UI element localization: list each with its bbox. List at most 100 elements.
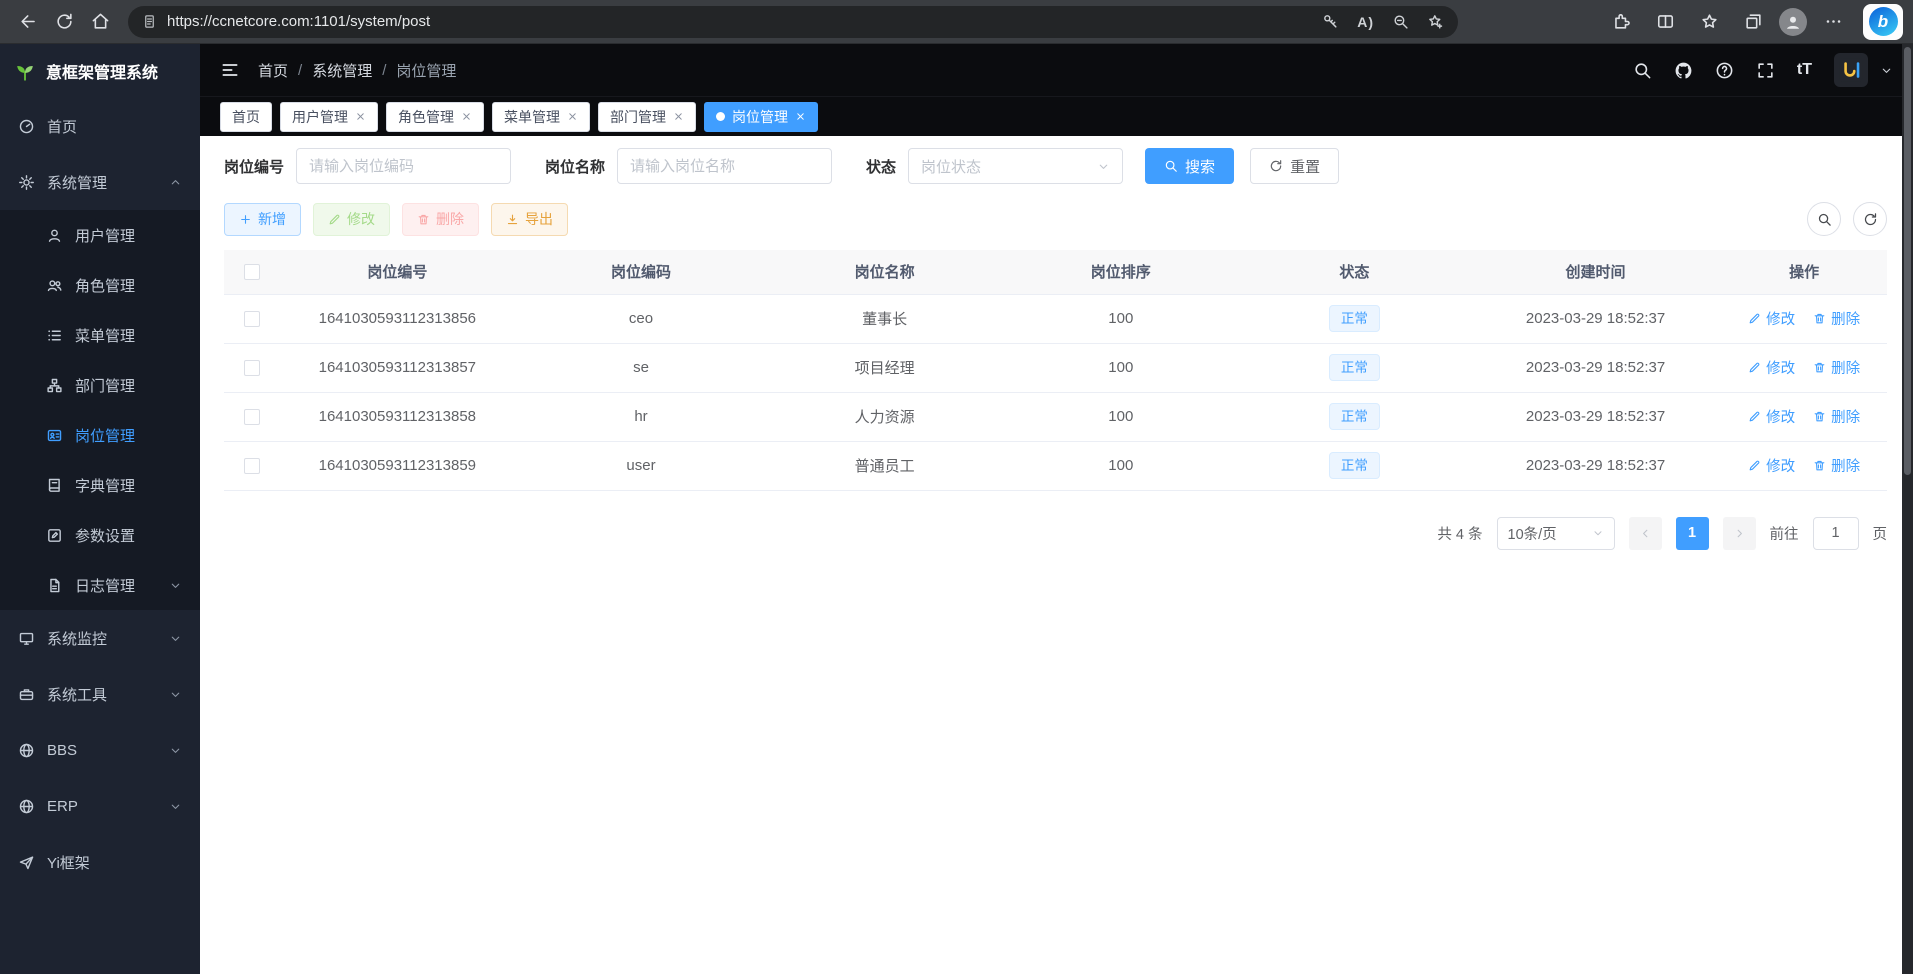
close-icon[interactable] — [461, 111, 472, 122]
next-page-button[interactable] — [1723, 517, 1756, 550]
zoom-icon[interactable] — [1392, 13, 1409, 30]
row-checkbox[interactable] — [244, 409, 260, 425]
header-search-icon[interactable] — [1633, 61, 1652, 80]
app-logo[interactable]: 意框架管理系统 — [0, 44, 200, 98]
breadcrumb-separator: / — [298, 62, 302, 79]
sidebar-item-menu[interactable]: 菜单管理 — [0, 310, 200, 360]
row-delete-link[interactable]: 删除 — [1813, 357, 1860, 378]
breadcrumb-home[interactable]: 首页 — [258, 60, 288, 81]
row-checkbox[interactable] — [244, 458, 260, 474]
column-post-id: 岗位编号 — [279, 250, 515, 294]
close-icon[interactable] — [355, 111, 366, 122]
post-code-label: 岗位编号 — [224, 156, 284, 177]
tab-label: 首页 — [232, 107, 260, 127]
sidebar-item-dept[interactable]: 部门管理 — [0, 360, 200, 410]
row-edit-link[interactable]: 修改 — [1748, 455, 1795, 476]
sidebar-item-bbs[interactable]: BBS — [0, 722, 200, 778]
prev-page-button[interactable] — [1629, 517, 1662, 550]
row-edit-link[interactable]: 修改 — [1748, 357, 1795, 378]
sidebar-item-erp[interactable]: ERP — [0, 778, 200, 834]
sidebar-item-label: 用户管理 — [75, 225, 135, 246]
password-key-icon[interactable] — [1322, 13, 1339, 30]
edit-button[interactable]: 修改 — [313, 203, 390, 236]
post-code-group: 岗位编号 — [224, 148, 511, 184]
select-all-checkbox[interactable] — [244, 264, 260, 280]
close-icon[interactable] — [567, 111, 578, 122]
tab-role[interactable]: 角色管理 — [386, 102, 484, 132]
sidebar-item-log[interactable]: 日志管理 — [0, 560, 200, 610]
row-edit-link[interactable]: 修改 — [1748, 406, 1795, 427]
page-size-select[interactable]: 10条/页 — [1497, 517, 1615, 550]
post-name-cell: 项目经理 — [767, 343, 1003, 392]
sidebar-item-system[interactable]: 系统管理 — [0, 154, 200, 210]
browser-refresh-button[interactable] — [46, 5, 82, 39]
scrollbar-thumb[interactable] — [1904, 47, 1911, 475]
sidebar-item-home[interactable]: 首页 — [0, 98, 200, 154]
fullscreen-icon[interactable] — [1756, 61, 1775, 80]
row-delete-link[interactable]: 删除 — [1813, 406, 1860, 427]
font-size-icon[interactable]: tT — [1797, 61, 1812, 79]
post-code-input[interactable] — [296, 148, 511, 184]
url-text: https://ccnetcore.com:1101/system/post — [167, 13, 1322, 30]
row-checkbox[interactable] — [244, 311, 260, 327]
tab-post-active[interactable]: 岗位管理 — [704, 102, 818, 132]
sidebar-item-label: 日志管理 — [75, 575, 135, 596]
row-checkbox[interactable] — [244, 360, 260, 376]
help-icon[interactable] — [1715, 61, 1734, 80]
browser-back-button[interactable] — [10, 5, 46, 39]
sidebar-item-post[interactable]: 岗位管理 — [0, 410, 200, 460]
profile-avatar[interactable] — [1779, 8, 1807, 36]
sidebar-item-user[interactable]: 用户管理 — [0, 210, 200, 260]
copilot-button[interactable]: b — [1863, 4, 1903, 40]
favorites-add-icon[interactable] — [1427, 13, 1444, 30]
status-badge: 正常 — [1329, 305, 1380, 332]
read-aloud-icon[interactable]: A) — [1357, 14, 1374, 30]
sidebar-item-label: ERP — [47, 798, 78, 815]
row-edit-link[interactable]: 修改 — [1748, 308, 1795, 329]
favorites-icon[interactable] — [1691, 5, 1727, 39]
sidebar-item-param[interactable]: 参数设置 — [0, 510, 200, 560]
tab-dept[interactable]: 部门管理 — [598, 102, 696, 132]
close-icon[interactable] — [673, 111, 684, 122]
add-button[interactable]: 新增 — [224, 203, 301, 236]
extensions-icon[interactable] — [1603, 5, 1639, 39]
row-delete-link[interactable]: 删除 — [1813, 455, 1860, 476]
browser-home-button[interactable] — [82, 5, 118, 39]
sidebar-item-role[interactable]: 角色管理 — [0, 260, 200, 310]
sidebar-item-monitor[interactable]: 系统监控 — [0, 610, 200, 666]
post-name-input[interactable] — [617, 148, 832, 184]
split-screen-icon[interactable] — [1647, 5, 1683, 39]
browser-menu-icon[interactable] — [1815, 5, 1851, 39]
header-actions: tT — [1633, 53, 1893, 87]
created-cell: 2023-03-29 18:52:37 — [1470, 294, 1721, 343]
refresh-table-button[interactable] — [1853, 202, 1887, 236]
sidebar-fold-icon[interactable] — [220, 60, 240, 80]
tab-menu[interactable]: 菜单管理 — [492, 102, 590, 132]
address-bar[interactable]: https://ccnetcore.com:1101/system/post A… — [128, 6, 1458, 38]
export-button[interactable]: 导出 — [491, 203, 568, 236]
sidebar-item-dict[interactable]: 字典管理 — [0, 460, 200, 510]
search-button[interactable]: 搜索 — [1145, 148, 1234, 184]
avatar-dropdown-caret-icon[interactable] — [1880, 64, 1893, 77]
current-page-button[interactable]: 1 — [1676, 517, 1709, 550]
site-info-icon[interactable] — [142, 14, 157, 29]
sidebar-item-tools[interactable]: 系统工具 — [0, 666, 200, 722]
sidebar-item-yi[interactable]: Yi框架 — [0, 834, 200, 890]
collections-icon[interactable] — [1735, 5, 1771, 39]
post-sort-cell: 100 — [1003, 343, 1239, 392]
chevron-left-icon — [1639, 527, 1652, 540]
status-select[interactable]: 岗位状态 — [908, 148, 1123, 184]
user-avatar[interactable] — [1834, 53, 1868, 87]
breadcrumb-system[interactable]: 系统管理 — [312, 60, 372, 81]
toggle-search-button[interactable] — [1807, 202, 1841, 236]
delete-button[interactable]: 删除 — [402, 203, 479, 236]
tab-home[interactable]: 首页 — [220, 102, 272, 132]
post-id-cell: 1641030593112313859 — [279, 441, 515, 490]
browser-scrollbar[interactable] — [1902, 44, 1913, 974]
goto-page-input[interactable] — [1813, 517, 1859, 550]
reset-button[interactable]: 重置 — [1250, 148, 1339, 184]
close-icon[interactable] — [795, 111, 806, 122]
row-delete-link[interactable]: 删除 — [1813, 308, 1860, 329]
tab-user[interactable]: 用户管理 — [280, 102, 378, 132]
github-icon[interactable] — [1674, 61, 1693, 80]
